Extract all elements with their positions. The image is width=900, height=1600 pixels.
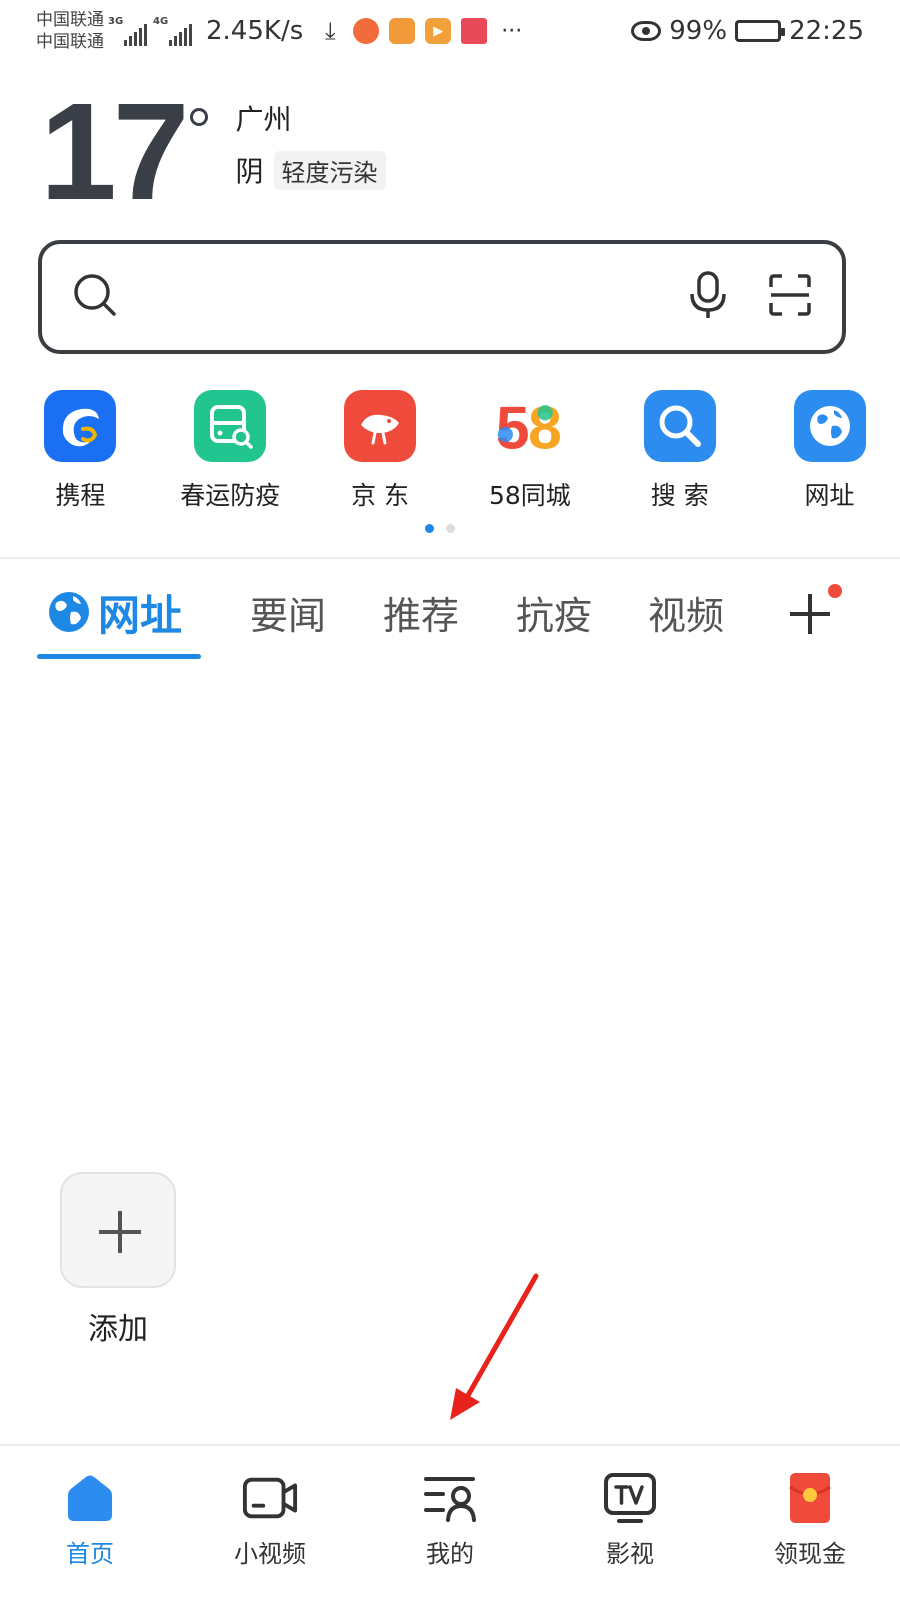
tab-headlines[interactable]: 要闻 [250, 580, 326, 644]
globe-icon [46, 589, 92, 635]
download-icon: ⤓ [324, 17, 336, 45]
scan-icon[interactable] [768, 273, 812, 321]
weather-condition: 阴 [235, 155, 264, 188]
quick-link-jd[interactable]: 京 东 [310, 390, 451, 512]
add-shortcut-button[interactable] [60, 1172, 176, 1288]
page-dot [446, 524, 455, 533]
tab-label: 抗疫 [516, 593, 593, 638]
quick-link-ctrip[interactable]: 携程 [10, 390, 151, 512]
clock: 22:25 [789, 16, 864, 46]
nav-label: 小视频 [234, 1540, 306, 1568]
tab-recommended[interactable]: 推荐 [383, 580, 459, 644]
red-envelope-icon [782, 1470, 838, 1526]
tab-sites[interactable]: 网址 [46, 580, 182, 644]
globe-icon [793, 390, 866, 462]
search-input[interactable] [134, 267, 688, 327]
bus-search-icon [194, 390, 267, 462]
nav-label: 我的 [426, 1540, 474, 1568]
nav-short-video[interactable]: 小视频 [180, 1446, 360, 1600]
signal-1-tag: 3G [108, 16, 124, 27]
nav-label: 首页 [66, 1540, 114, 1568]
quick-link-label: 京 东 [351, 481, 410, 510]
air-quality-badge: 轻度污染 [273, 150, 386, 190]
home-icon [62, 1470, 118, 1526]
add-tab-button[interactable] [790, 584, 842, 634]
quick-link-label: 网址 [804, 481, 855, 510]
tab-epidemic[interactable]: 抗疫 [516, 580, 592, 644]
page-dot-active [425, 524, 434, 533]
annotation-arrow [450, 1273, 539, 1420]
quick-link-sites[interactable]: 网址 [759, 390, 900, 512]
app-notification-icon [353, 18, 380, 44]
quick-link-epidemic[interactable]: 春运防疫 [160, 390, 301, 512]
search-icon [72, 272, 118, 322]
svg-text:5: 5 [496, 394, 530, 462]
quick-links: 携程 春运防疫 京 东 58 58同城 搜 索 网址 [0, 390, 900, 512]
play-app-icon: ▶ [425, 18, 452, 44]
carrier-1: 中国联通 [36, 10, 104, 30]
battery-percent: 99% [669, 16, 728, 46]
quick-link-label: 春运防疫 [180, 481, 281, 510]
svg-text:8: 8 [528, 394, 562, 462]
weather-widget[interactable]: 17 广州 阴 轻度污染 [40, 75, 386, 229]
quick-link-label: 携程 [55, 481, 106, 510]
quick-link-label: 搜 索 [650, 481, 709, 510]
tab-label: 视频 [648, 593, 725, 638]
nav-label: 影视 [606, 1540, 654, 1568]
notification-dot [828, 584, 842, 598]
signal-2-tag: 4G [153, 16, 169, 27]
battery-icon [735, 20, 786, 42]
category-tabs: 网址 要闻 推荐 抗疫 视频 [0, 580, 900, 660]
tab-label: 网址 [98, 590, 183, 640]
status-bar: 中国联通 中国联通 3G 4G 2.45K/s ⤓ ▶ ··· 99% 22:2… [0, 0, 900, 62]
quick-link-search[interactable]: 搜 索 [609, 390, 750, 512]
quick-link-label: 58同城 [488, 481, 571, 510]
net-speed: 2.45K/s [206, 16, 304, 46]
carrier-names: 中国联通 中国联通 [36, 9, 104, 53]
divider [0, 557, 900, 559]
video-camera-icon [242, 1470, 298, 1526]
tv-icon [602, 1470, 658, 1526]
temperature: 17 [40, 75, 189, 229]
nav-label: 领现金 [774, 1540, 846, 1568]
profile-list-icon [422, 1470, 478, 1526]
signal-1-icon: 3G [108, 16, 147, 46]
58-logo: 58 [494, 390, 566, 462]
uc-browser-icon [389, 18, 416, 44]
page-indicator [425, 524, 455, 533]
nav-tv[interactable]: 影视 [540, 1446, 720, 1600]
carrier-2: 中国联通 [36, 32, 104, 52]
tab-label: 要闻 [250, 593, 327, 638]
magnifier-icon [643, 390, 716, 462]
search-box[interactable] [38, 240, 846, 354]
city-name: 广州 [235, 103, 292, 136]
signal-2-icon: 4G [153, 16, 192, 46]
more-notifications-icon: ··· [501, 18, 523, 44]
music-app-icon [461, 18, 488, 44]
add-shortcut-label: 添加 [88, 1312, 148, 1347]
bottom-navigation: 首页 小视频 我的 影视 领现金 [0, 1444, 900, 1600]
nav-mine[interactable]: 我的 [360, 1446, 540, 1600]
quick-link-58[interactable]: 58 58同城 [459, 390, 600, 512]
tab-video[interactable]: 视频 [648, 580, 724, 644]
active-tab-indicator [37, 654, 201, 659]
ctrip-dolphin-icon [44, 390, 117, 462]
tab-label: 推荐 [383, 593, 460, 638]
nav-home[interactable]: 首页 [0, 1446, 180, 1600]
nav-cash[interactable]: 领现金 [720, 1446, 900, 1600]
eye-comfort-icon [631, 21, 662, 41]
jd-dog-icon [344, 390, 417, 462]
microphone-icon[interactable] [688, 270, 728, 324]
degree-symbol [189, 108, 208, 126]
